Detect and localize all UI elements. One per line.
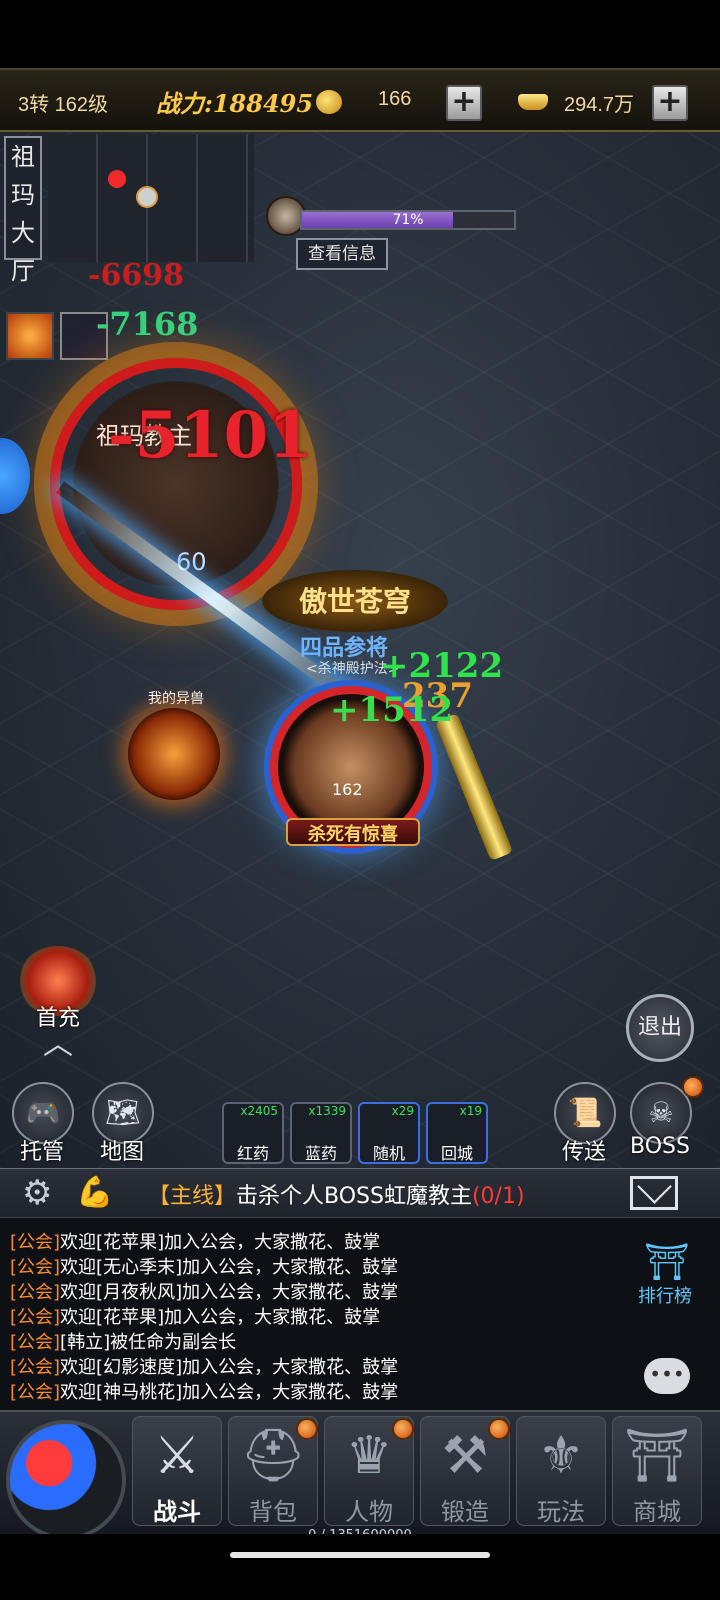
gear-icon[interactable]: ⚙	[22, 1174, 52, 1212]
system-gesture-area	[0, 1534, 720, 1600]
gameplay-icon: ⚜	[537, 1426, 585, 1486]
player-level: 162	[332, 780, 363, 799]
chat-tag: [公会]	[10, 1357, 61, 1378]
minimap-enemy-marker	[108, 170, 126, 188]
item-count: x2405	[240, 1104, 278, 1118]
chat-text: 欢迎[月夜秋风]加入公会，大家撒花、鼓掌	[60, 1282, 399, 1303]
chat-tag: [公会]	[10, 1332, 61, 1353]
chat-tag: [公会]	[10, 1282, 61, 1303]
add-currency2-button[interactable]: +	[652, 85, 688, 121]
item-count: x1339	[308, 1104, 346, 1118]
location-name: 祖玛大厅	[4, 136, 42, 285]
combat-power: 战力:188495	[156, 89, 314, 118]
muscle-icon[interactable]: 💪	[76, 1174, 113, 1212]
chat-text: 欢迎[花苹果]加入公会，大家撒花、鼓掌	[60, 1307, 381, 1328]
teleport-button-label[interactable]: 传送	[544, 1134, 624, 1166]
ranking-icon[interactable]: ⛩	[642, 1240, 692, 1286]
notification-dot	[488, 1418, 510, 1440]
nav-shop-label: 商城	[633, 1498, 681, 1526]
nav-gameplay-label: 玩法	[537, 1498, 585, 1526]
currency1-value: 166	[378, 88, 412, 110]
nav-forge-label: 锻造	[441, 1498, 489, 1526]
chat-line: [公会][韩立]被任命为副会长	[10, 1328, 236, 1354]
chat-tag: [公会]	[10, 1232, 61, 1253]
item-label: 红药	[236, 1144, 269, 1163]
chat-line: [公会]欢迎[幻影速度]加入公会，大家撒花、鼓掌	[10, 1353, 398, 1379]
top-resource-bar: 3转 162级 战力:188495 166 + 294.7万 +	[0, 68, 720, 132]
nav-combat-label: 战斗	[153, 1498, 201, 1526]
chat-tag: [公会]	[10, 1382, 61, 1403]
add-currency1-button[interactable]: +	[446, 85, 482, 121]
item-label: 蓝药	[304, 1144, 337, 1163]
pet-portrait[interactable]	[128, 708, 220, 800]
minimap-player-marker	[136, 186, 158, 208]
player-banner-text: 杀死有惊喜	[308, 824, 398, 845]
minimap[interactable]	[48, 134, 254, 262]
chat-text: 欢迎[幻影速度]加入公会，大家撒花、鼓掌	[60, 1357, 399, 1378]
damage-number: -7168	[96, 305, 199, 343]
gesture-bar[interactable]	[230, 1552, 490, 1558]
ranking-label[interactable]: 排行榜	[638, 1282, 692, 1308]
damage-number: -6698	[88, 258, 184, 293]
chat-text: 欢迎[无心季末]加入公会，大家撒花、鼓掌	[60, 1257, 399, 1278]
quest-description: 击杀个人BOSS虹魔教主	[236, 1184, 472, 1209]
chat-tag: [公会]	[10, 1257, 61, 1278]
chat-text: [韩立]被任命为副会长	[60, 1332, 237, 1353]
coin-icon	[316, 90, 342, 114]
damage-number-large: -5101	[108, 398, 313, 473]
chat-line: [公会]欢迎[神马桃花]加入公会，大家撒花、鼓掌	[10, 1378, 398, 1404]
gold-ingot-icon	[518, 94, 548, 110]
notification-dot	[296, 1418, 318, 1440]
chat-bubble-icon[interactable]: •••	[644, 1358, 690, 1394]
chat-line: [公会]欢迎[花苹果]加入公会，大家撒花、鼓掌	[10, 1228, 380, 1254]
player-title: 傲世苍穹	[298, 585, 411, 618]
status-bar	[0, 0, 720, 68]
currency2-value: 294.7万	[564, 94, 635, 116]
notification-dot	[392, 1418, 414, 1440]
shop-icon: ⛩	[623, 1426, 690, 1486]
auto-button-label[interactable]: 托管	[2, 1134, 82, 1166]
chat-text: 欢迎[神马桃花]加入公会，大家撒花、鼓掌	[60, 1382, 399, 1403]
mail-icon[interactable]	[630, 1176, 678, 1210]
buff-fire-icon[interactable]	[6, 312, 54, 360]
chat-text: 欢迎[花苹果]加入公会，大家撒花、鼓掌	[60, 1232, 381, 1253]
notification-dot	[682, 1076, 704, 1098]
nav-bag-label: 背包	[249, 1498, 297, 1526]
quest-tag: 【主线】	[148, 1184, 237, 1209]
item-count: x19	[459, 1104, 482, 1118]
crossed-swords-icon: ⚔	[153, 1426, 201, 1486]
player-level-text: 3转 162级	[18, 94, 109, 116]
pet-label: 我的异兽	[148, 691, 204, 707]
view-info-button[interactable]: 查看信息	[296, 238, 388, 270]
chat-tag: [公会]	[10, 1307, 61, 1328]
heal-number: +1512	[330, 690, 454, 730]
yinyang-orb-icon[interactable]	[6, 1420, 126, 1540]
item-label: 随机	[372, 1144, 405, 1163]
item-count: x29	[391, 1104, 414, 1118]
quest-progress: (0/1)	[471, 1184, 525, 1209]
chat-line: [公会]欢迎[无心季末]加入公会，大家撒花、鼓掌	[10, 1253, 398, 1279]
chat-line: [公会]欢迎[月夜秋风]加入公会，大家撒花、鼓掌	[10, 1278, 398, 1304]
chevron-up-icon[interactable]: ︿	[32, 1030, 84, 1060]
chat-line: [公会]欢迎[花苹果]加入公会，大家撒花、鼓掌	[10, 1303, 380, 1329]
boss-button-label[interactable]: BOSS	[620, 1134, 700, 1159]
item-label: 回城	[440, 1144, 473, 1163]
quest-text[interactable]: 【主线】击杀个人BOSS虹魔教主(0/1)	[148, 1178, 525, 1210]
map-button-label[interactable]: 地图	[82, 1134, 162, 1166]
boss-hp-percent: 71%	[392, 212, 424, 228]
exit-button[interactable]: 退出	[626, 994, 694, 1062]
nav-character-label: 人物	[345, 1498, 393, 1526]
